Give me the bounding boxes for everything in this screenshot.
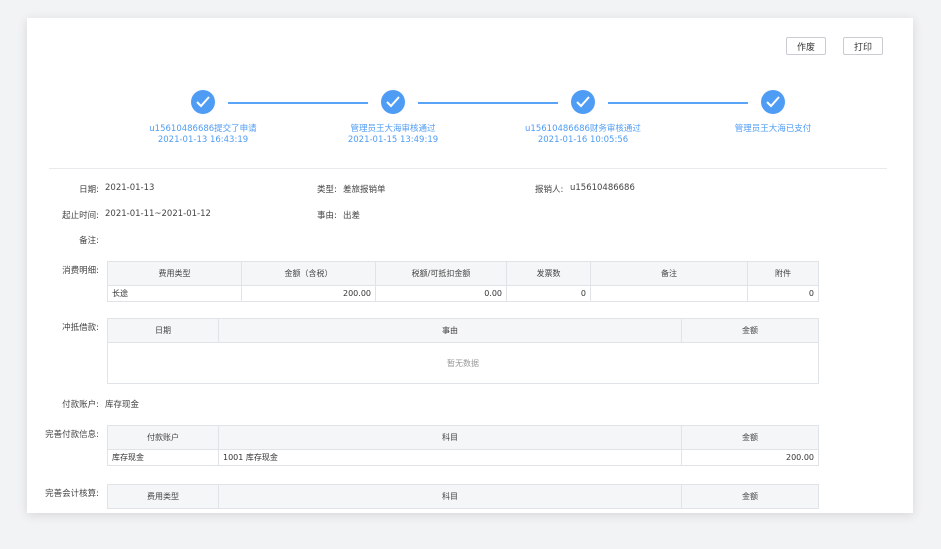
step-connector (418, 102, 558, 104)
table-header-row: 费用类型 金额（含税） 税额/可抵扣金额 发票数 备注 附件 (107, 261, 819, 286)
column-header: 费用类型 (107, 484, 219, 509)
column-header: 金额（含税） (241, 261, 376, 286)
step-check-icon (571, 90, 595, 114)
column-header: 附件 (747, 261, 819, 286)
type-value: 差旅报销单 (343, 185, 386, 195)
step-time: 2021-01-13 16:43:19 (157, 135, 249, 145)
step-3-text: u15610486686财务审核通过 2021-01-16 10:05:56 (493, 124, 673, 146)
step-4-text: 管理员王大海已支付 (683, 124, 863, 135)
cell: 0 (506, 285, 591, 302)
cell (590, 285, 748, 302)
cell: 0 (747, 285, 819, 302)
step-connector (608, 102, 748, 104)
empty-text: 暂无数据 (107, 342, 819, 384)
cell: 1001 库存现金 (218, 449, 682, 466)
date-label: 日期: (79, 185, 99, 195)
column-header: 费用类型 (107, 261, 242, 286)
payment-account-label: 付款账户: (62, 400, 99, 410)
empty-row: 暂无数据 (107, 342, 819, 384)
step-check-icon (761, 90, 785, 114)
column-header: 科目 (218, 484, 682, 509)
step-title: 管理员王大海审核通过 (350, 124, 436, 134)
reporter-label: 报销人: (535, 185, 564, 195)
note-label: 备注: (79, 236, 99, 246)
table-row: 库存现金 1001 库存现金 200.00 (107, 449, 819, 466)
column-header: 发票数 (506, 261, 591, 286)
cell: 长途 (107, 285, 242, 302)
step-title: u15610486686财务审核通过 (525, 124, 641, 134)
payment-account-value: 库存现金 (105, 400, 140, 410)
step-time: 2021-01-15 13:49:19 (347, 135, 439, 145)
accounting-table: 费用类型 科目 金额 (107, 484, 819, 509)
step-check-icon (381, 90, 405, 114)
cell: 0.00 (375, 285, 507, 302)
type-label: 类型: (317, 185, 337, 195)
payment-info-section-label: 完善付款信息: (45, 430, 99, 440)
column-header: 金额 (681, 484, 819, 509)
period-label: 起止时间: (62, 211, 99, 221)
accounting-section-label: 完善会计核算: (45, 489, 99, 499)
table-header-row: 费用类型 科目 金额 (107, 484, 819, 509)
cell: 库存现金 (107, 449, 219, 466)
step-title: u15610486686提交了申请 (149, 124, 257, 134)
divider (49, 168, 887, 169)
step-time: 2021-01-16 10:05:56 (537, 135, 629, 145)
reporter-value: u15610486686 (570, 183, 635, 193)
column-header: 金额 (681, 425, 819, 450)
table-row: 长途 200.00 0.00 0 0 (107, 285, 819, 302)
detail-card: 作废 打印 u15610486686提交了申请 2021-01-13 16:43… (27, 18, 913, 513)
column-header: 备注 (590, 261, 748, 286)
column-header: 科目 (218, 425, 682, 450)
cell: 200.00 (241, 285, 376, 302)
step-title: 管理员王大海已支付 (734, 124, 812, 134)
expense-table: 费用类型 金额（含税） 税额/可抵扣金额 发票数 备注 附件 长途 200.00… (107, 261, 819, 302)
column-header: 金额 (681, 318, 819, 343)
approval-steps: u15610486686提交了申请 2021-01-13 16:43:19 管理… (27, 18, 913, 168)
period-value: 2021-01-11~2021-01-12 (105, 209, 211, 219)
step-connector (228, 102, 368, 104)
step-1-text: u15610486686提交了申请 2021-01-13 16:43:19 (113, 124, 293, 146)
date-value: 2021-01-13 (105, 183, 155, 193)
offset-section-label: 冲抵借款: (62, 323, 99, 333)
table-header-row: 付款账户 科目 金额 (107, 425, 819, 450)
table-header-row: 日期 事由 金额 (107, 318, 819, 343)
cell: 200.00 (681, 449, 819, 466)
column-header: 事由 (218, 318, 682, 343)
reason-value: 出差 (343, 211, 361, 221)
step-2-text: 管理员王大海审核通过 2021-01-15 13:49:19 (303, 124, 483, 146)
payment-info-table: 付款账户 科目 金额 库存现金 1001 库存现金 200.00 (107, 425, 819, 466)
column-header: 日期 (107, 318, 219, 343)
column-header: 税额/可抵扣金额 (375, 261, 507, 286)
expense-section-label: 消费明细: (62, 266, 99, 276)
column-header: 付款账户 (107, 425, 219, 450)
reason-label: 事由: (317, 211, 337, 221)
step-check-icon (191, 90, 215, 114)
offset-table: 日期 事由 金额 暂无数据 (107, 318, 819, 384)
